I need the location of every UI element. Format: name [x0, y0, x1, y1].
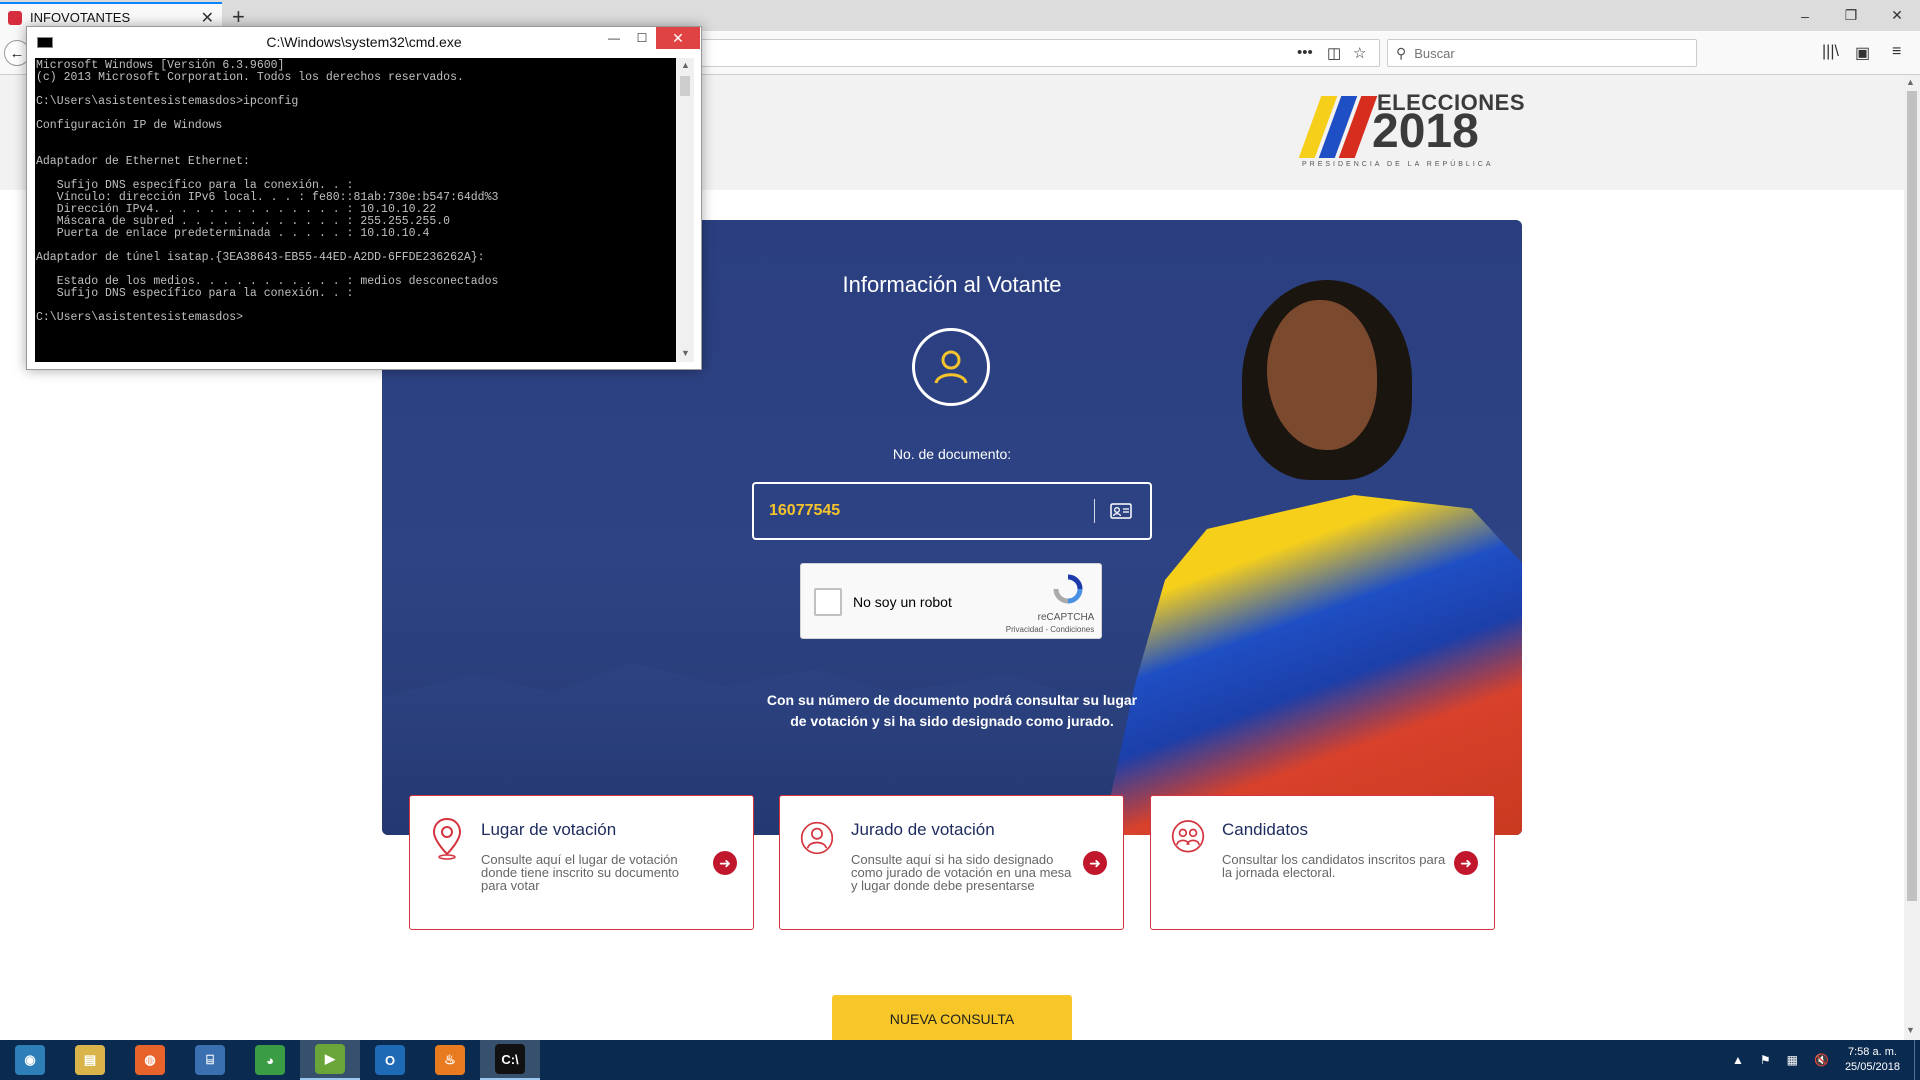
- nueva-consulta-button[interactable]: NUEVA CONSULTA: [832, 995, 1072, 1043]
- search-input[interactable]: [1414, 45, 1675, 61]
- recaptcha-brand: reCAPTCHA: [1037, 612, 1095, 623]
- cmd-icon: C:\: [495, 1044, 525, 1074]
- start-button[interactable]: ◉: [0, 1040, 60, 1080]
- cmd-maximize-button[interactable]: ☐: [628, 27, 656, 49]
- card-jurado-de-votacion[interactable]: Jurado de votación Consulte aquí si ha s…: [779, 795, 1124, 930]
- arrow-right-icon[interactable]: ➜: [1454, 851, 1478, 875]
- recaptcha-logo-icon: [1053, 574, 1083, 604]
- page-scrollbar[interactable]: ▲ ▼: [1904, 75, 1920, 1040]
- document-number-label: No. de documento:: [892, 446, 1012, 462]
- clock-time: 7:58 a. m.: [1848, 1046, 1897, 1058]
- card-title: Jurado de votación: [851, 820, 995, 839]
- bookmark-star-icon[interactable]: ☆: [1353, 44, 1366, 62]
- system-tray: ▲ ⚑ ▦ 🔇 7:58 a. m. 25/05/2018: [1724, 1040, 1920, 1080]
- scroll-up-icon[interactable]: ▲: [1906, 77, 1915, 87]
- person-icon: [800, 821, 834, 855]
- folder-icon: ▤: [75, 1045, 105, 1075]
- card-candidatos[interactable]: Candidatos Consultar los candidatos insc…: [1150, 795, 1495, 930]
- document-number-field[interactable]: [752, 482, 1152, 540]
- document-number-input[interactable]: [754, 502, 1094, 520]
- card-description: Consulte aquí si ha sido designado como …: [851, 852, 1072, 893]
- logo-line-3: PRESIDENCIA DE LA REPÚBLICA: [1302, 161, 1494, 168]
- taskbar-outlook[interactable]: O: [360, 1040, 420, 1080]
- taskbar-flame-app[interactable]: ♨: [420, 1040, 480, 1080]
- sidebar-icon[interactable]: ▣: [1855, 43, 1870, 63]
- card-lugar-de-votacion[interactable]: Lugar de votación Consulte aquí el lugar…: [409, 795, 754, 930]
- browser-search-bar[interactable]: ⚲: [1387, 39, 1697, 67]
- firefox-icon: ◍: [135, 1045, 165, 1075]
- cmd-scroll-down-icon[interactable]: ▼: [681, 348, 690, 358]
- field-divider: [1094, 499, 1095, 523]
- cmd-scrollbar-thumb[interactable]: [680, 76, 690, 96]
- window-controls: – ❐ ✕: [1782, 0, 1920, 31]
- taskbar-firefox[interactable]: ◍: [120, 1040, 180, 1080]
- action-center-flag-icon[interactable]: ⚑: [1760, 1053, 1771, 1067]
- cmd-scrollbar[interactable]: ▲ ▼: [676, 58, 694, 362]
- taskbar-file-explorer[interactable]: ▤: [60, 1040, 120, 1080]
- card-title: Candidatos: [1222, 820, 1309, 839]
- taskbar-clock[interactable]: 7:58 a. m. 25/05/2018: [1845, 1045, 1900, 1075]
- windows-taskbar: ◉ ▤ ◍ ⌸ ◕ ▶ O ♨ C:\ ▲ ⚑ ▦ 🔇 7:58 a. m. 2…: [0, 1040, 1920, 1080]
- recaptcha-label: No soy un robot: [853, 594, 952, 610]
- clock-date: 25/05/2018: [1844, 1061, 1900, 1073]
- cmd-window[interactable]: C:\Windows\system32\cmd.exe — ☐ ✕ Micros…: [26, 26, 702, 370]
- tab-title: INFOVOTANTES: [30, 10, 131, 25]
- hero-info-text: Con su número de documento podrá consult…: [766, 692, 1138, 729]
- outlook-icon: O: [375, 1045, 405, 1075]
- taskbar-remote-desktop[interactable]: ⌸: [180, 1040, 240, 1080]
- network-icon[interactable]: ▦: [1787, 1053, 1798, 1067]
- hero-woman-with-flag-image: [1102, 280, 1522, 835]
- location-pin-icon: [432, 817, 462, 860]
- show-desktop-button[interactable]: [1914, 1040, 1920, 1080]
- cmd-console-output[interactable]: Microsoft Windows [Versión 6.3.9600] (c)…: [35, 58, 676, 362]
- cmd-scroll-up-icon[interactable]: ▲: [681, 60, 690, 70]
- flame-icon: ♨: [435, 1045, 465, 1075]
- card-description: Consulte aquí el lugar de votación donde…: [481, 852, 680, 893]
- hamburger-menu-icon[interactable]: ≡: [1892, 43, 1901, 61]
- library-icon[interactable]: |||\: [1822, 43, 1839, 61]
- cmd-title-bar[interactable]: C:\Windows\system32\cmd.exe — ☐ ✕: [27, 27, 701, 57]
- scroll-down-icon[interactable]: ▼: [1906, 1025, 1915, 1035]
- card-title: Lugar de votación: [481, 820, 617, 839]
- site-favicon-icon: [8, 10, 22, 25]
- start-icon: ◉: [15, 1045, 45, 1075]
- recaptcha-widget: No soy un robot reCAPTCHA Privacidad - C…: [800, 563, 1102, 639]
- cmd-minimize-button[interactable]: —: [600, 27, 628, 49]
- card-description: Consultar los candidatos inscritos para …: [1222, 852, 1446, 880]
- arrow-right-icon[interactable]: ➜: [713, 851, 737, 875]
- close-window-button[interactable]: ✕: [1874, 0, 1920, 31]
- tray-chevron-icon[interactable]: ▲: [1732, 1053, 1744, 1067]
- taskbar-cmd[interactable]: C:\: [480, 1040, 540, 1080]
- search-icon: ⚲: [1396, 44, 1407, 61]
- colombian-flag: [1102, 495, 1522, 835]
- recaptcha-checkbox[interactable]: [814, 588, 842, 616]
- chrome-icon: ◕: [255, 1045, 285, 1075]
- consult-cards: Lugar de votación Consulte aquí el lugar…: [409, 795, 1495, 930]
- taskbar-chrome[interactable]: ◕: [240, 1040, 300, 1080]
- remote-desktop-icon: ⌸: [195, 1045, 225, 1075]
- elecciones-2018-logo: ELECCIONES 2018 PRESIDENCIA DE LA REPÚBL…: [1298, 90, 1525, 170]
- media-player-icon: ▶: [315, 1044, 345, 1074]
- taskbar-media-player[interactable]: ▶: [300, 1040, 360, 1080]
- tab-close-icon[interactable]: ✕: [201, 8, 214, 28]
- volume-muted-icon[interactable]: 🔇: [1814, 1053, 1829, 1067]
- page-actions-icon[interactable]: •••: [1297, 44, 1313, 61]
- recaptcha-privacy-links[interactable]: Privacidad - Condiciones: [1003, 625, 1097, 634]
- minimize-window-button[interactable]: –: [1782, 0, 1828, 31]
- logo-line-2: 2018: [1372, 105, 1479, 158]
- user-icon: [912, 328, 990, 406]
- scrollbar-thumb[interactable]: [1907, 91, 1917, 901]
- id-card-icon[interactable]: [1095, 503, 1147, 519]
- arrow-right-icon[interactable]: ➜: [1083, 851, 1107, 875]
- url-bar[interactable]: ••• ◫ ☆: [690, 39, 1380, 67]
- cmd-close-button[interactable]: ✕: [656, 27, 700, 49]
- restore-window-button[interactable]: ❐: [1828, 0, 1874, 31]
- pocket-icon[interactable]: ◫: [1327, 44, 1341, 62]
- cmd-app-icon: [37, 37, 53, 48]
- people-icon: [1171, 820, 1205, 853]
